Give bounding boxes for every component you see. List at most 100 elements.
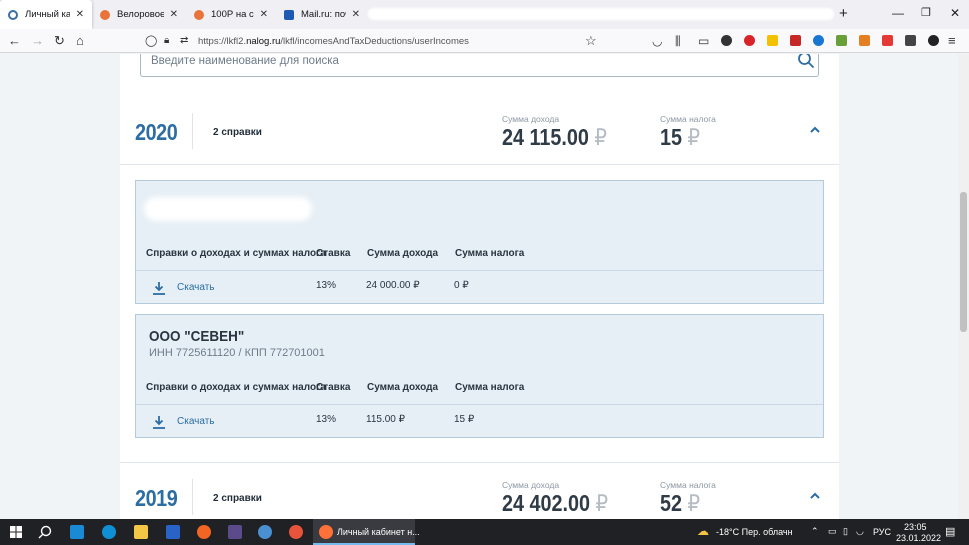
library-icon[interactable]: ⫼ <box>675 33 681 49</box>
clock-time[interactable]: 23:05 <box>904 522 927 532</box>
download-link[interactable]: Скачать <box>177 416 215 427</box>
file-explorer-icon[interactable] <box>134 525 148 539</box>
forward-icon[interactable]: → <box>31 33 44 49</box>
income-label: Сумма дохода <box>502 480 560 490</box>
close-tab-icon[interactable]: ✕ <box>76 9 84 20</box>
divider <box>136 270 823 271</box>
mailru-favicon-icon <box>284 9 294 20</box>
tax-label: Сумма налога <box>660 480 716 490</box>
close-tab-icon[interactable]: ✕ <box>260 9 268 20</box>
extension-icon[interactable] <box>905 35 916 46</box>
extension-icon[interactable] <box>859 35 870 46</box>
search-icon[interactable] <box>797 54 815 69</box>
tab-label: Велоровое по <box>117 9 164 20</box>
redacted-employer-name <box>144 197 312 221</box>
extension-icon[interactable] <box>767 35 778 46</box>
account-icon[interactable] <box>721 35 732 46</box>
year-card-2019: 2019 2 справки Сумма дохода 24 402.00 ₽ … <box>120 462 839 519</box>
rate-value: 13% <box>316 280 337 291</box>
search-field[interactable] <box>140 54 819 77</box>
tab-mailru[interactable]: Mail.ru: почта, п ✕ <box>276 0 368 29</box>
search-input[interactable] <box>151 54 771 69</box>
close-tab-icon[interactable]: ✕ <box>170 9 178 20</box>
close-tab-icon[interactable]: ✕ <box>352 9 360 20</box>
app-l-icon[interactable] <box>70 525 84 539</box>
notifications-icon[interactable]: ▤ <box>945 525 955 538</box>
chevron-up-icon[interactable] <box>809 125 821 135</box>
page-content: 2020 2 справки Сумма дохода 24 115.00 ₽ … <box>0 54 958 519</box>
weather-icon[interactable]: ☁ <box>697 524 709 538</box>
year-number: 2019 <box>135 485 178 511</box>
column-header-income: Сумма дохода <box>367 382 439 393</box>
year-header[interactable]: 2020 2 справки Сумма дохода 24 115.00 ₽ … <box>120 97 839 165</box>
tab-100r[interactable]: 100Р на счет м ✕ <box>186 0 276 29</box>
extension-icon[interactable] <box>882 35 893 46</box>
tax-value: 0 ₽ <box>454 280 469 291</box>
close-window-icon[interactable]: ✕ <box>950 6 960 20</box>
sidebar-icon[interactable]: ▭ <box>698 33 709 49</box>
profile-icon[interactable] <box>928 35 939 46</box>
reload-icon[interactable]: ↻ <box>54 33 65 49</box>
nalog-favicon-icon <box>8 9 18 20</box>
minimize-icon[interactable]: — <box>892 6 904 20</box>
divider <box>192 479 193 515</box>
windows-start-icon[interactable] <box>10 526 22 538</box>
tax-value: 15 ₽ <box>454 414 475 425</box>
year-header[interactable]: 2019 2 справки Сумма дохода 24 402.00 ₽ … <box>120 463 839 519</box>
tax-total: 15 ₽ <box>660 124 701 150</box>
windows-taskbar: Личный кабинет н... ☁ -18°C Пер. облачн … <box>0 519 969 545</box>
tray-app-icon[interactable]: ▭ <box>828 526 837 537</box>
edge-icon[interactable] <box>102 525 116 539</box>
chevron-up-icon[interactable]: ⌃ <box>811 526 819 537</box>
url-bar[interactable]: ◯ 🔒︎ ⇄ https://lkfl2.nalog.ru/lkfl/incom… <box>140 30 600 52</box>
language-indicator[interactable]: РУС <box>873 527 891 537</box>
pocket-icon[interactable]: ◡ <box>652 33 662 49</box>
divider <box>192 113 193 149</box>
download-icon[interactable] <box>152 281 166 295</box>
tab-label: Личный кабинет <box>25 9 70 20</box>
adblock-icon[interactable] <box>744 35 755 46</box>
lock-icon[interactable]: 🔒︎ <box>164 33 169 49</box>
column-header-tax: Сумма налога <box>455 248 525 259</box>
tax-label: Сумма налога <box>660 114 716 124</box>
back-icon[interactable]: ← <box>8 33 21 49</box>
extension-icon[interactable] <box>813 35 824 46</box>
income-label: Сумма дохода <box>502 114 560 124</box>
clock-date[interactable]: 23.01.2022 <box>896 533 941 543</box>
tab-lichny-kabinet[interactable]: Личный кабинет ✕ <box>0 0 92 29</box>
battery-icon[interactable]: ▯ <box>843 526 848 537</box>
weather-text[interactable]: -18°C Пер. облачн <box>716 527 793 537</box>
permissions-icon[interactable]: ⇄ <box>180 33 188 49</box>
scrollbar-thumb[interactable] <box>960 192 967 332</box>
browser-tab-strip: Личный кабинет ✕ Велоровое по ✕ 100Р на … <box>0 0 969 29</box>
download-link[interactable]: Скачать <box>177 282 215 293</box>
network-icon[interactable]: ◡ <box>856 526 864 537</box>
restore-icon[interactable]: ❐ <box>921 6 931 19</box>
column-header-income: Сумма дохода <box>367 248 439 259</box>
divider <box>136 404 823 405</box>
app-icon[interactable] <box>258 525 272 539</box>
taskbar-firefox-window[interactable]: Личный кабинет н... <box>313 519 420 545</box>
shield-icon[interactable]: ◯ <box>145 33 157 49</box>
bookmark-star-icon[interactable]: ☆ <box>585 33 597 49</box>
rate-value: 13% <box>316 414 337 425</box>
app-icon[interactable] <box>166 525 180 539</box>
new-tab-button[interactable]: + <box>839 5 848 22</box>
year-card-2020: 2020 2 справки Сумма дохода 24 115.00 ₽ … <box>120 97 839 463</box>
app-icon[interactable] <box>197 525 211 539</box>
search-icon[interactable] <box>38 525 52 539</box>
column-header-rate: Ставка <box>316 382 351 393</box>
app-icon[interactable] <box>289 525 303 539</box>
app-icon[interactable] <box>228 525 242 539</box>
tab-velorovoe[interactable]: Велоровое по ✕ <box>92 0 186 29</box>
column-header-rate: Ставка <box>316 248 351 259</box>
chevron-up-icon[interactable] <box>809 491 821 501</box>
employer-name: ООО "СЕВЕН" <box>149 328 245 345</box>
extension-icon[interactable] <box>836 35 847 46</box>
tax-total: 52 ₽ <box>660 490 701 516</box>
download-icon[interactable] <box>152 415 166 429</box>
home-icon[interactable]: ⌂ <box>76 33 84 49</box>
extension-badge-icon[interactable] <box>790 35 801 46</box>
income-total: 24 402.00 ₽ <box>502 490 609 516</box>
menu-icon[interactable]: ≡ <box>948 33 956 49</box>
